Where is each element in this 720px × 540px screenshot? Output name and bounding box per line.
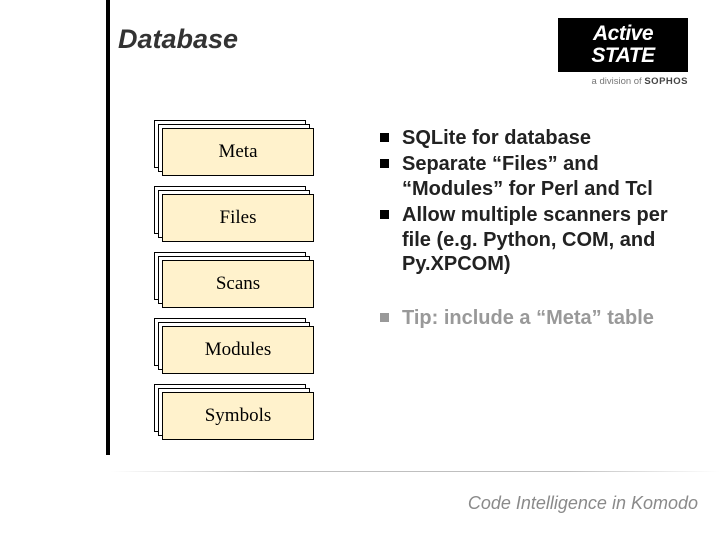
db-box: Scans	[162, 260, 314, 308]
footer-text: Code Intelligence in Komodo	[468, 493, 698, 514]
db-box: Symbols	[162, 392, 314, 440]
db-box: Files	[162, 194, 314, 242]
logo: Active STATE a division of SOPHOS	[558, 18, 688, 87]
bullet-list: SQLite for database Separate “Files” and…	[380, 126, 690, 333]
logo-main: Active STATE	[558, 18, 688, 72]
db-box-label: Modules	[162, 326, 314, 374]
bullet-tip: Tip: include a “Meta” table	[380, 306, 690, 330]
logo-sub: a division of SOPHOS	[558, 76, 688, 87]
logo-line1: Active	[593, 22, 653, 45]
logo-sub-brand: SOPHOS	[644, 76, 688, 87]
bottom-rule	[110, 471, 720, 472]
bullet-item: SQLite for database	[380, 126, 690, 150]
db-box: Modules	[162, 326, 314, 374]
bullet-item: Allow multiple scanners per file (e.g. P…	[380, 203, 690, 276]
slide-title: Database	[118, 24, 238, 55]
db-table-stack: Meta Files Scans Modules Symbols	[162, 128, 314, 458]
db-box: Meta	[162, 128, 314, 176]
logo-line2: STATE	[591, 44, 654, 67]
logo-sub-prefix: a division of	[592, 76, 645, 87]
db-box-label: Files	[162, 194, 314, 242]
bullet-item: Separate “Files” and “Modules” for Perl …	[380, 152, 690, 201]
db-box-label: Meta	[162, 128, 314, 176]
left-rule	[106, 0, 110, 455]
db-box-label: Symbols	[162, 392, 314, 440]
db-box-label: Scans	[162, 260, 314, 308]
